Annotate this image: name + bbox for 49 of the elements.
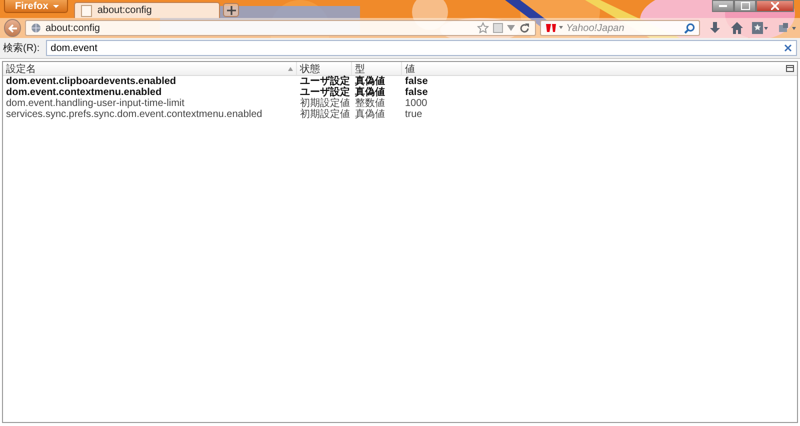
column-header[interactable]: 値 <box>402 62 462 75</box>
plus-icon <box>226 6 236 14</box>
column-header[interactable]: 状態 <box>297 62 352 75</box>
address-bar[interactable]: about:config <box>25 20 536 36</box>
column-header[interactable]: 設定名 <box>3 62 297 75</box>
maximize-icon <box>740 2 750 10</box>
close-icon <box>771 2 779 10</box>
download-icon[interactable] <box>708 21 722 35</box>
bookmarks-icon[interactable] <box>751 21 769 35</box>
addon-icon[interactable] <box>776 21 796 35</box>
maximize-button[interactable] <box>734 0 756 12</box>
pref-name: dom.event.clipboardevents.enabled <box>5 76 178 87</box>
pref-status: ユーザ設定 <box>299 87 351 98</box>
pref-type: 整数値 <box>354 98 386 109</box>
pref-name: dom.event.handling-user-input-time-limit <box>5 98 186 109</box>
pref-type: 真偽値 <box>354 87 386 98</box>
column-picker-icon[interactable] <box>786 65 794 72</box>
pref-value: 1000 <box>404 98 428 109</box>
pref-name: dom.event.contextmenu.enabled <box>5 87 163 98</box>
pref-status: 初期設定値 <box>299 109 351 120</box>
pref-name: services.sync.prefs.sync.dom.event.contextmenu.enabled <box>5 109 264 120</box>
search-engine-icon[interactable] <box>545 23 564 33</box>
search-label: 検索(R): <box>3 42 40 55</box>
reload-icon[interactable] <box>519 22 530 34</box>
column-header[interactable]: 型 <box>352 62 402 75</box>
search-icon[interactable] <box>684 22 696 34</box>
pref-status: ユーザ設定 <box>299 76 351 87</box>
globe-icon <box>31 23 42 33</box>
clear-icon[interactable] <box>784 44 792 52</box>
back-arrow-icon <box>8 24 18 32</box>
star-icon[interactable] <box>477 22 490 34</box>
search-bar[interactable]: Yahoo!Japan <box>540 20 700 36</box>
pref-type: 真偽値 <box>354 76 386 87</box>
minimize-button[interactable] <box>712 0 734 12</box>
caret-icon <box>53 4 60 8</box>
page-icon <box>81 4 92 16</box>
new-tab-button[interactable] <box>223 3 240 17</box>
dropdown-icon[interactable] <box>507 25 516 31</box>
minimize-icon <box>719 4 727 8</box>
pref-value: false <box>404 87 429 98</box>
home-icon[interactable] <box>730 21 744 35</box>
search-field[interactable]: Yahoo!Japan <box>566 22 682 34</box>
close-button[interactable] <box>756 0 794 12</box>
browser-tab[interactable]: about:config <box>74 2 220 18</box>
pref-status: 初期設定値 <box>299 98 351 109</box>
filter-bar[interactable]: dom.event <box>46 40 797 56</box>
pref-type: 真偽値 <box>354 109 386 120</box>
pref-value: false <box>404 76 429 87</box>
pref-value: true <box>404 109 424 120</box>
